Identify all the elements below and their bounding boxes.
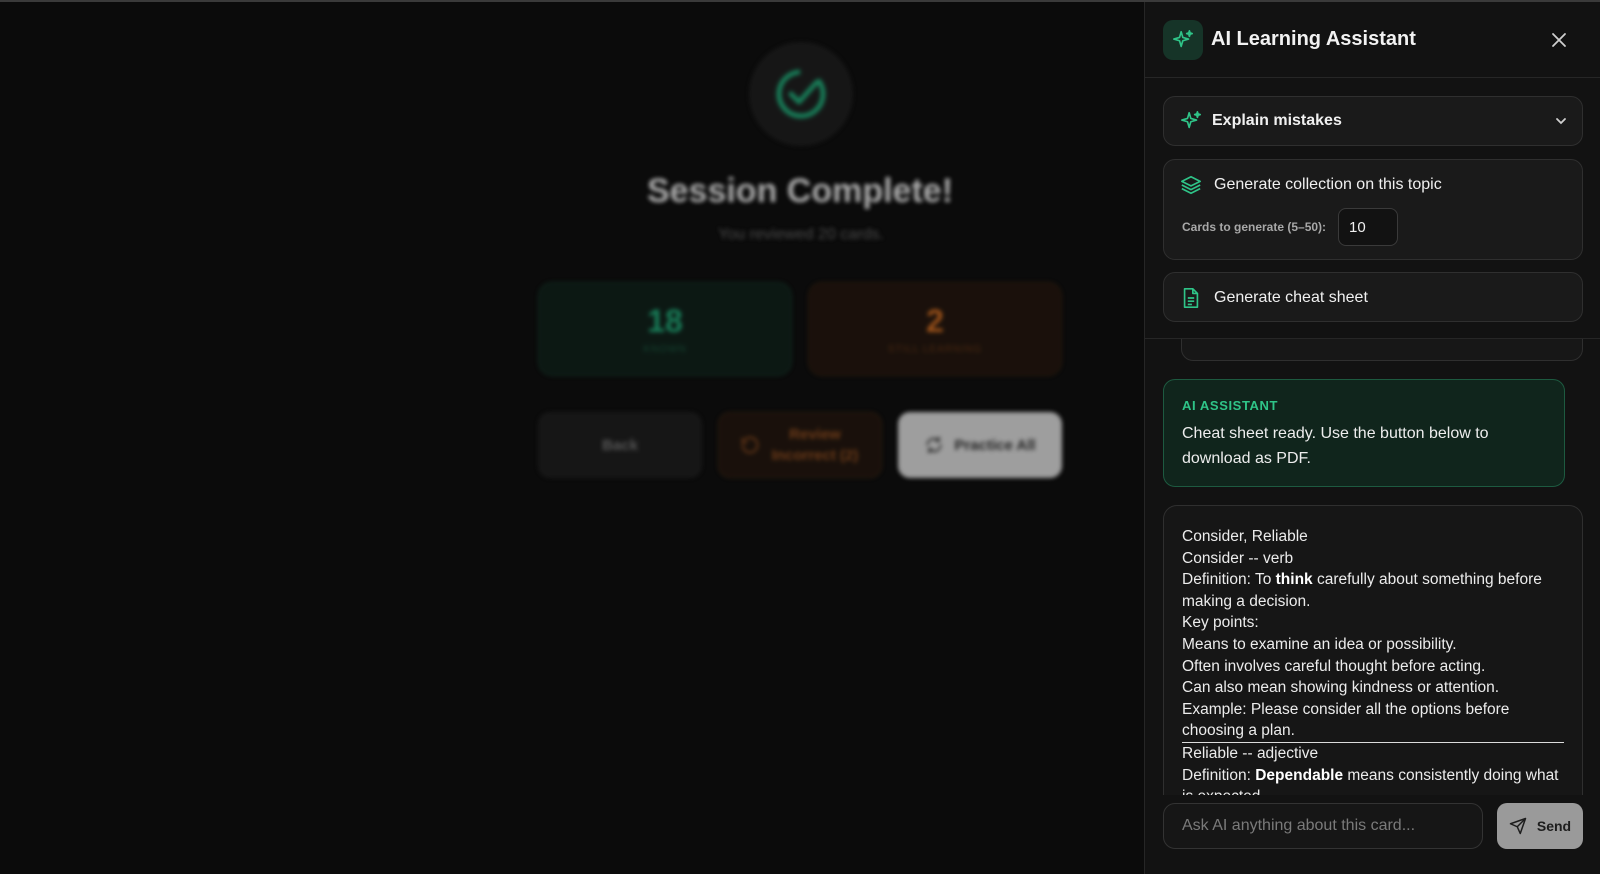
known-count: 18 [647,303,683,339]
session-complete-badge [749,42,853,146]
sheet-definition: Definition: Dependable means consistentl… [1182,766,1559,795]
sparkles-badge [1163,20,1203,60]
sheet-line: Consider, Reliable [1182,528,1308,545]
sheet-line: Key points: [1182,614,1259,632]
sheet-line: Can also mean showing kindness or attent… [1182,679,1500,697]
refresh-icon [926,436,942,454]
rotate-ccw-icon [741,436,759,454]
sparkles-icon [1173,30,1193,48]
known-stat-card: 18 KNOWN [538,282,792,376]
send-icon [1509,817,1527,835]
sheet-line: Reliable -- adjective [1182,744,1319,762]
close-button[interactable] [1547,28,1571,52]
sheet-definition: Definition: To think carefully about som… [1182,571,1542,610]
previous-message [1181,339,1583,361]
ai-assistant-panel: AI Learning Assistant Explain mistakes G… [1144,2,1600,874]
check-circle-icon [776,69,826,119]
sheet-line: Means to examine an idea or possibility. [1182,635,1457,653]
cards-count-label: Cards to generate (5–50): [1182,220,1327,234]
known-label: KNOWN [643,344,687,355]
close-icon [1552,33,1566,47]
learning-stat-card: 2 STILL LEARNING [808,282,1062,376]
practice-all-button[interactable]: Practice All [898,412,1062,478]
chat-messages: AI ASSISTANT Cheat sheet ready. Use the … [1145,339,1600,795]
dropdown-selected-label: Explain mistakes [1212,112,1342,129]
layers-icon[interactable] [1180,174,1202,196]
file-text-icon [1183,288,1199,308]
chevron-down-icon [1556,118,1566,125]
sheet-line: Often involves careful thought before ac… [1182,657,1486,675]
sheet-line: Consider -- verb [1182,549,1294,567]
generate-collection-button[interactable]: Generate collection on this topic [1214,176,1442,194]
practice-button-label: Practice All [954,436,1036,454]
sheet-line: Example: Please consider all the options… [1182,700,1510,740]
send-button-label: Send [1536,818,1572,834]
chat-composer: Send [1145,795,1600,874]
ai-message: AI ASSISTANT Cheat sheet ready. Use the … [1163,379,1565,487]
chat-input[interactable] [1163,803,1483,849]
send-button[interactable]: Send [1497,803,1583,849]
review-button-label: Review Incorrect (2) [771,426,859,464]
generate-cheat-sheet-button[interactable]: Generate cheat sheet [1163,272,1583,322]
cards-count-input[interactable] [1338,208,1398,246]
review-incorrect-button[interactable]: Review Incorrect (2) [718,412,882,478]
ai-message-sender: AI ASSISTANT [1182,398,1279,413]
ai-message-text: Cheat sheet ready. Use the button below … [1182,425,1489,467]
session-summary-background: Session Complete! You reviewed 20 cards.… [0,2,1144,874]
generate-collection-card: Generate collection on this topic Cards … [1163,159,1583,260]
cheat-sheet-label: Generate cheat sheet [1214,289,1368,306]
sparkles-icon [1181,111,1201,129]
panel-header: AI Learning Assistant [1145,2,1600,78]
mode-dropdown[interactable]: Explain mistakes [1163,96,1583,146]
back-button-label: Back [602,436,638,454]
panel-title: AI Learning Assistant [1211,28,1416,50]
cheat-sheet-message: Consider, Reliable Consider -- verb Defi… [1163,505,1583,795]
learning-count: 2 [926,303,944,339]
back-button[interactable]: Back [538,412,702,478]
learning-label: STILL LEARNING [887,344,983,355]
